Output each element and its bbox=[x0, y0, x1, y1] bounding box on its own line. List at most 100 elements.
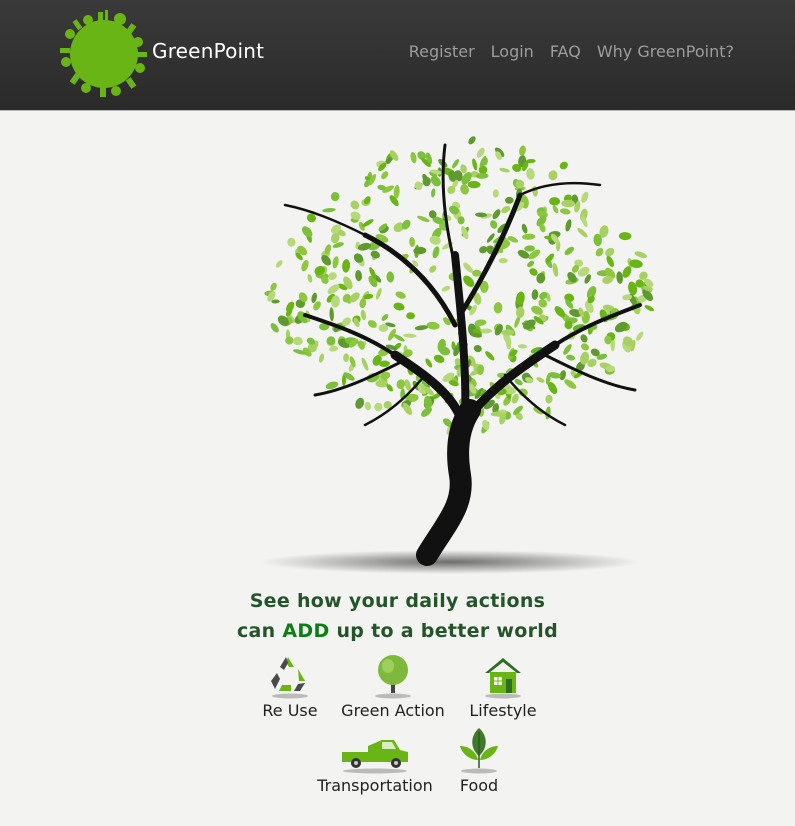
category-label: Transportation bbox=[317, 776, 433, 795]
tree-leaf bbox=[468, 136, 476, 145]
category-reuse[interactable]: Re Use bbox=[258, 653, 322, 720]
tree-leaf bbox=[355, 397, 365, 409]
category-lifestyle[interactable]: Lifestyle bbox=[467, 653, 539, 720]
tree-leaf bbox=[432, 246, 440, 259]
tree-leaf bbox=[636, 331, 644, 341]
tree-leaf bbox=[322, 207, 336, 213]
tree-leaf bbox=[559, 208, 571, 215]
tree-leaf bbox=[536, 377, 545, 383]
tree-leaf bbox=[566, 354, 576, 361]
tagline-line-2: can ADD up to a better world bbox=[0, 616, 795, 646]
category-label: Re Use bbox=[262, 701, 318, 720]
tree-leaf bbox=[270, 323, 279, 333]
tree-leaf bbox=[527, 260, 535, 268]
tree-leaf bbox=[355, 270, 363, 282]
tree-leaf bbox=[287, 237, 296, 247]
category-label: Green Action bbox=[341, 701, 445, 720]
tree-leaf bbox=[374, 402, 383, 412]
tree-leaf bbox=[577, 227, 588, 238]
category-label: Food bbox=[459, 776, 499, 795]
tagline-line-1: See how your daily actions bbox=[249, 590, 546, 612]
tree-leaf bbox=[505, 196, 514, 204]
tree-leaf bbox=[452, 159, 460, 169]
nav-links: Register Login FAQ Why GreenPoint? bbox=[409, 42, 734, 61]
tree-leaf bbox=[521, 223, 528, 234]
house-icon bbox=[485, 658, 521, 699]
tree-leaf bbox=[552, 262, 559, 277]
tree-leaf bbox=[396, 379, 406, 390]
tree-leaf bbox=[605, 247, 615, 257]
tree-leaf bbox=[381, 314, 389, 321]
tree-leaf bbox=[581, 191, 589, 203]
tree-leaf bbox=[318, 353, 325, 363]
tree-leaf bbox=[564, 246, 575, 256]
tree-leaf bbox=[375, 287, 382, 300]
tree-leaf bbox=[524, 245, 535, 252]
tree-leaf bbox=[559, 161, 568, 170]
tree-leaf bbox=[634, 251, 648, 259]
tagline: See how your daily actions can ADD up to… bbox=[0, 586, 795, 646]
tree-leaf bbox=[367, 320, 377, 328]
tagline-line-2-pre: can bbox=[236, 620, 283, 642]
tree-leaf bbox=[467, 180, 481, 189]
tree-leaf bbox=[581, 343, 589, 351]
tree-leaf bbox=[548, 170, 558, 181]
tree-leaf bbox=[616, 271, 624, 284]
tree-leaf bbox=[307, 274, 313, 283]
tree-leaf bbox=[329, 307, 334, 322]
tree-leaf bbox=[275, 260, 283, 268]
tree-leaf bbox=[501, 205, 511, 214]
tree-leaf bbox=[362, 219, 374, 227]
tree-leaf bbox=[531, 289, 539, 300]
tree-leaf bbox=[332, 256, 339, 269]
navbar: GreenPoint Register Login FAQ Why GreenP… bbox=[0, 0, 795, 110]
tree-leaf bbox=[519, 145, 526, 156]
tree-leaf bbox=[350, 200, 360, 210]
tree-leaf bbox=[549, 197, 561, 206]
tagline-line-2-post: up to a better world bbox=[329, 620, 559, 642]
tree-leaf bbox=[606, 255, 614, 268]
tree-leaf bbox=[330, 192, 340, 202]
tree-illustration bbox=[255, 125, 675, 585]
tree-leaf bbox=[360, 309, 367, 321]
tree-leaf bbox=[364, 401, 372, 411]
tree-leaf bbox=[522, 233, 536, 240]
category-green-action[interactable]: Green Action bbox=[340, 653, 446, 720]
tree-leaf bbox=[431, 188, 436, 198]
tree-leaf bbox=[406, 312, 415, 320]
tree-leaf bbox=[493, 302, 503, 314]
tree-leaf bbox=[361, 357, 369, 371]
tree-leaf bbox=[285, 336, 294, 345]
tree-leaf bbox=[417, 215, 430, 223]
tree-leaf bbox=[326, 336, 336, 346]
tree-leaf bbox=[644, 305, 654, 312]
tree-leaf bbox=[393, 302, 405, 311]
nav-register-link[interactable]: Register bbox=[409, 42, 475, 61]
category-food[interactable]: Food bbox=[452, 726, 506, 795]
tagline-highlight: ADD bbox=[282, 620, 330, 642]
pickup-truck-icon bbox=[342, 740, 408, 774]
leaf-sprout-icon bbox=[460, 728, 498, 774]
globe-logo-icon[interactable] bbox=[58, 8, 150, 98]
tree-leaf bbox=[342, 259, 351, 273]
tree-leaf bbox=[414, 325, 429, 331]
nav-faq-link[interactable]: FAQ bbox=[550, 42, 581, 61]
tree-leaf bbox=[370, 250, 380, 259]
tree-leaf bbox=[595, 247, 604, 257]
nav-login-link[interactable]: Login bbox=[491, 42, 534, 61]
nav-why-greenpoint-link[interactable]: Why GreenPoint? bbox=[597, 42, 734, 61]
tree-leaf bbox=[526, 168, 535, 180]
tree-leaf bbox=[403, 333, 417, 338]
tree-leaf bbox=[286, 301, 295, 313]
brand-name[interactable]: GreenPoint bbox=[152, 39, 264, 63]
tree-leaf bbox=[343, 353, 350, 362]
tree-leaf bbox=[498, 257, 508, 264]
tree-leaf bbox=[414, 181, 423, 190]
tree-leaf bbox=[409, 237, 416, 247]
tree-leaf bbox=[485, 351, 495, 361]
tree-leaf bbox=[381, 171, 389, 180]
tree-leaf bbox=[473, 345, 482, 353]
category-transportation[interactable]: Transportation bbox=[315, 734, 435, 795]
tree-leaf bbox=[410, 151, 417, 164]
tree-leaf bbox=[564, 379, 577, 389]
